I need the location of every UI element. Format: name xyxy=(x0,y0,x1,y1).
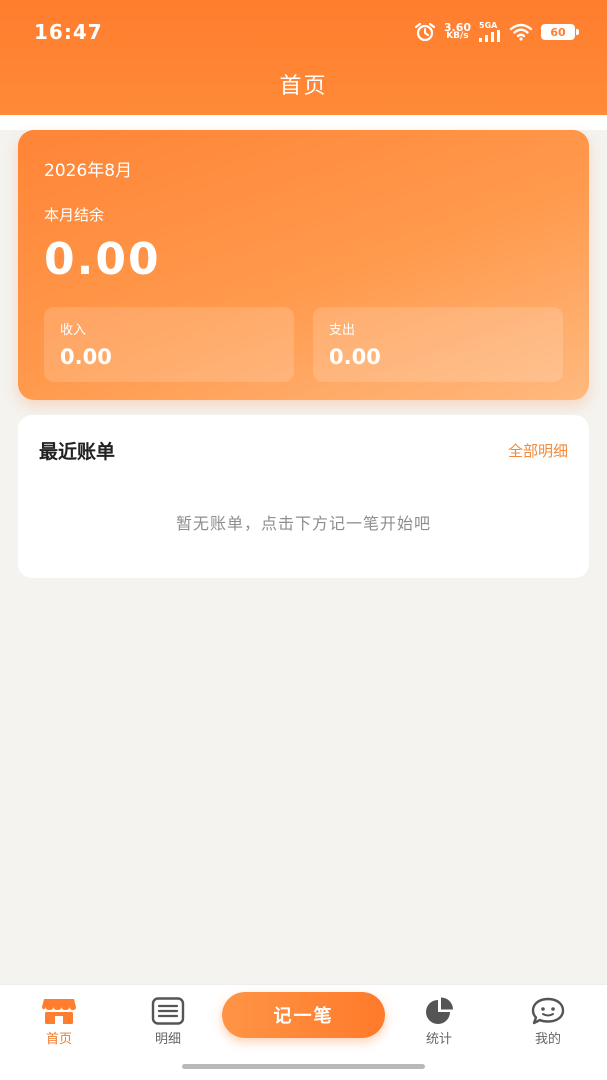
empty-state-text: 暂无账单，点击下方记一笔开始吧 xyxy=(175,514,431,533)
page-title: 首页 xyxy=(279,74,328,99)
record-entry-button[interactable]: 记一笔 xyxy=(222,992,385,1038)
status-indicators: 3.60 KB/s 5GA 60 xyxy=(414,20,579,44)
recent-bills-card: 最近账单 全部明细 暂无账单，点击下方记一笔开始吧 xyxy=(18,415,589,578)
cellular-signal: 5GA xyxy=(479,22,501,42)
nav-label-details: 明细 xyxy=(154,1032,181,1047)
balance-label: 本月结余 xyxy=(44,206,105,224)
expense-summary[interactable]: 支出 0.00 xyxy=(313,307,563,382)
view-all-details-link[interactable]: 全部明细 xyxy=(508,440,568,461)
status-time: 16:47 xyxy=(34,20,103,44)
shop-icon xyxy=(42,999,76,1024)
status-bar: 16:47 3.60 KB/s 5GA 60 xyxy=(0,0,607,64)
nav-item-mine[interactable]: 我的 xyxy=(513,997,583,1047)
nav-item-details[interactable]: 明细 xyxy=(133,997,203,1047)
nav-label-mine: 我的 xyxy=(534,1032,561,1047)
alarm-clock-icon xyxy=(414,22,435,42)
nav-item-home[interactable]: 首页 xyxy=(24,997,94,1047)
list-icon xyxy=(151,997,185,1025)
header: 16:47 3.60 KB/s 5GA 60 首页 xyxy=(0,0,607,115)
income-label: 收入 xyxy=(60,323,87,338)
header-divider xyxy=(0,115,607,130)
income-summary[interactable]: 收入 0.00 xyxy=(44,307,294,382)
nav-label-statistics: 统计 xyxy=(425,1032,452,1047)
smile-chat-icon xyxy=(531,997,565,1025)
nav-label-home: 首页 xyxy=(45,1032,72,1047)
expense-value: 0.00 xyxy=(329,345,381,369)
wifi-icon xyxy=(509,23,533,41)
network-speed: 3.60 KB/s xyxy=(444,22,471,41)
network-speed-unit: KB/s xyxy=(446,31,469,41)
recent-bills-title: 最近账单 xyxy=(39,441,116,463)
home-indicator[interactable] xyxy=(182,1064,425,1069)
expense-label: 支出 xyxy=(329,323,356,338)
network-type: 5GA xyxy=(479,21,498,30)
pie-chart-icon xyxy=(426,997,453,1024)
signal-bars-icon xyxy=(479,30,500,42)
nav-item-statistics[interactable]: 统计 xyxy=(404,997,474,1047)
balance-value: 0.00 xyxy=(44,234,161,285)
month-label[interactable]: 2026年8月 xyxy=(44,156,132,181)
app-screen: 16:47 3.60 KB/s 5GA 60 首页 2026年8月 本月结余 0… xyxy=(0,0,607,1080)
battery-indicator: 60 xyxy=(541,24,579,40)
income-value: 0.00 xyxy=(60,345,112,369)
monthly-balance-card[interactable]: 2026年8月 本月结余 0.00 收入 0.00 支出 0.00 xyxy=(18,130,589,400)
